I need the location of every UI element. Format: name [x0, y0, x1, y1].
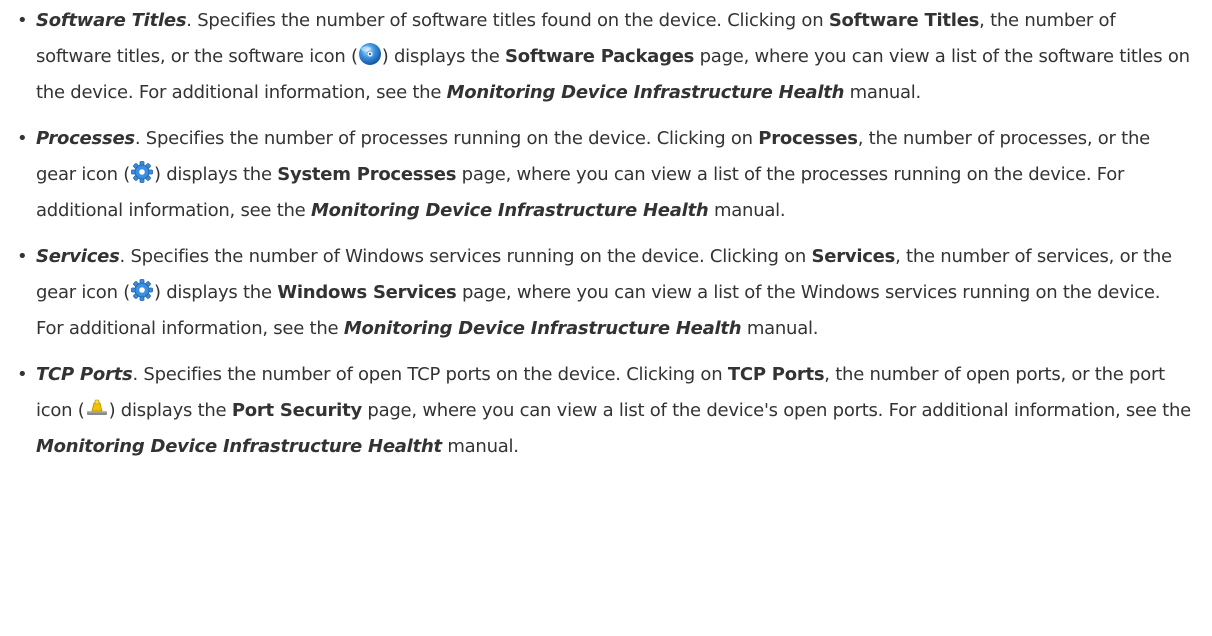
term-label: Processes: [36, 128, 135, 149]
body-text: manual.: [741, 318, 819, 339]
body-text: ) displays the: [153, 282, 278, 303]
body-text: manual.: [844, 82, 922, 103]
ui-reference: Windows Services: [277, 282, 457, 303]
body-text: ) displays the: [153, 164, 278, 185]
ui-reference: Services: [811, 246, 896, 267]
gear-icon: [130, 278, 154, 302]
gear-icon: [130, 160, 154, 184]
document-body: • Software Titles. Specifies the number …: [0, 0, 1212, 636]
ui-reference: Port Security: [231, 400, 362, 421]
manual-reference: Monitoring Device Infrastructure Health: [310, 200, 709, 221]
body-text: page, where you can view a list of the d…: [361, 400, 1191, 421]
term-label: Services: [36, 246, 120, 267]
list-item-software-titles: • Software Titles. Specifies the number …: [0, 3, 1212, 111]
body-text: . Specifies the number of processes runn…: [134, 128, 759, 149]
body-text: manual.: [708, 200, 786, 221]
ui-reference: TCP Ports: [727, 364, 825, 385]
list-item-processes: • Processes. Specifies the number of pro…: [0, 121, 1212, 229]
body-text: manual.: [441, 436, 519, 457]
ui-reference: Software Titles: [828, 10, 980, 31]
term-label: Software Titles: [36, 10, 187, 31]
bullet-list: • Software Titles. Specifies the number …: [0, 3, 1212, 465]
body-text: . Specifies the number of Windows servic…: [119, 246, 812, 267]
manual-reference: Monitoring Device Infrastructure Healtht: [36, 436, 442, 457]
body-text: . Specifies the number of software title…: [186, 10, 829, 31]
list-item-tcp-ports: • TCP Ports. Specifies the number of ope…: [0, 357, 1212, 465]
ui-reference: Processes: [758, 128, 858, 149]
body-text: ) displays the: [381, 46, 506, 67]
bullet-marker: •: [17, 364, 28, 385]
body-text: . Specifies the number of open TCP ports…: [132, 364, 728, 385]
term-label: TCP Ports: [36, 364, 133, 385]
manual-reference: Monitoring Device Infrastructure Health: [343, 318, 742, 339]
bullet-marker: •: [17, 246, 28, 267]
software-disc-icon: [358, 42, 382, 66]
ui-reference: Software Packages: [505, 46, 695, 67]
list-item-services: • Services. Specifies the number of Wind…: [0, 239, 1212, 347]
bullet-marker: •: [17, 10, 28, 31]
body-text: ) displays the: [108, 400, 232, 421]
bullet-marker: •: [17, 128, 28, 149]
port-icon: [85, 396, 109, 420]
ui-reference: System Processes: [277, 164, 457, 185]
manual-reference: Monitoring Device Infrastructure Health: [446, 82, 845, 103]
